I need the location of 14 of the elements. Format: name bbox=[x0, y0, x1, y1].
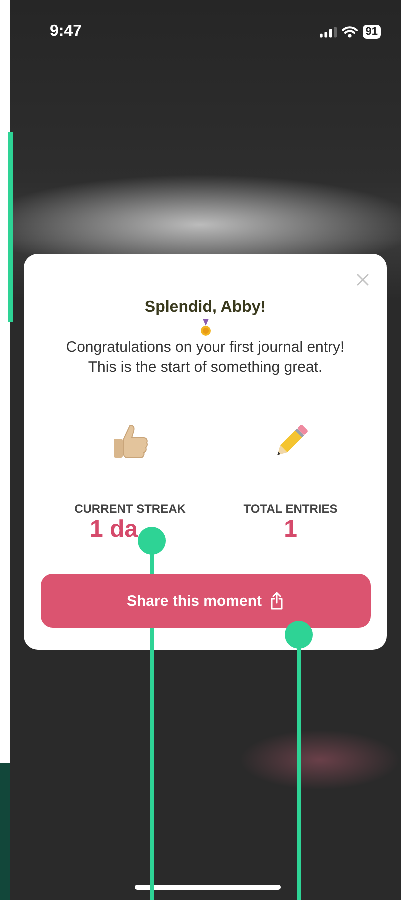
medal-icon bbox=[200, 319, 212, 337]
stat-label: CURRENT STREAK bbox=[74, 502, 186, 516]
dialog-title: Splendid, Abby! bbox=[144, 298, 266, 318]
dialog-message: Congratulations on your first journal entry! This is the start of something great. bbox=[65, 338, 346, 378]
status-time: 9:47 bbox=[50, 23, 82, 41]
stat-value: 1 da bbox=[90, 516, 138, 544]
stat-value: 1 bbox=[284, 516, 298, 544]
wifi-icon bbox=[342, 26, 358, 38]
battery-indicator: 91 bbox=[362, 25, 381, 39]
signal-icon bbox=[320, 26, 337, 38]
stat-label: TOTAL ENTRIES bbox=[244, 502, 338, 516]
share-button[interactable]: Share this moment bbox=[40, 574, 370, 628]
close-icon[interactable] bbox=[357, 274, 369, 286]
share-icon bbox=[270, 592, 284, 610]
